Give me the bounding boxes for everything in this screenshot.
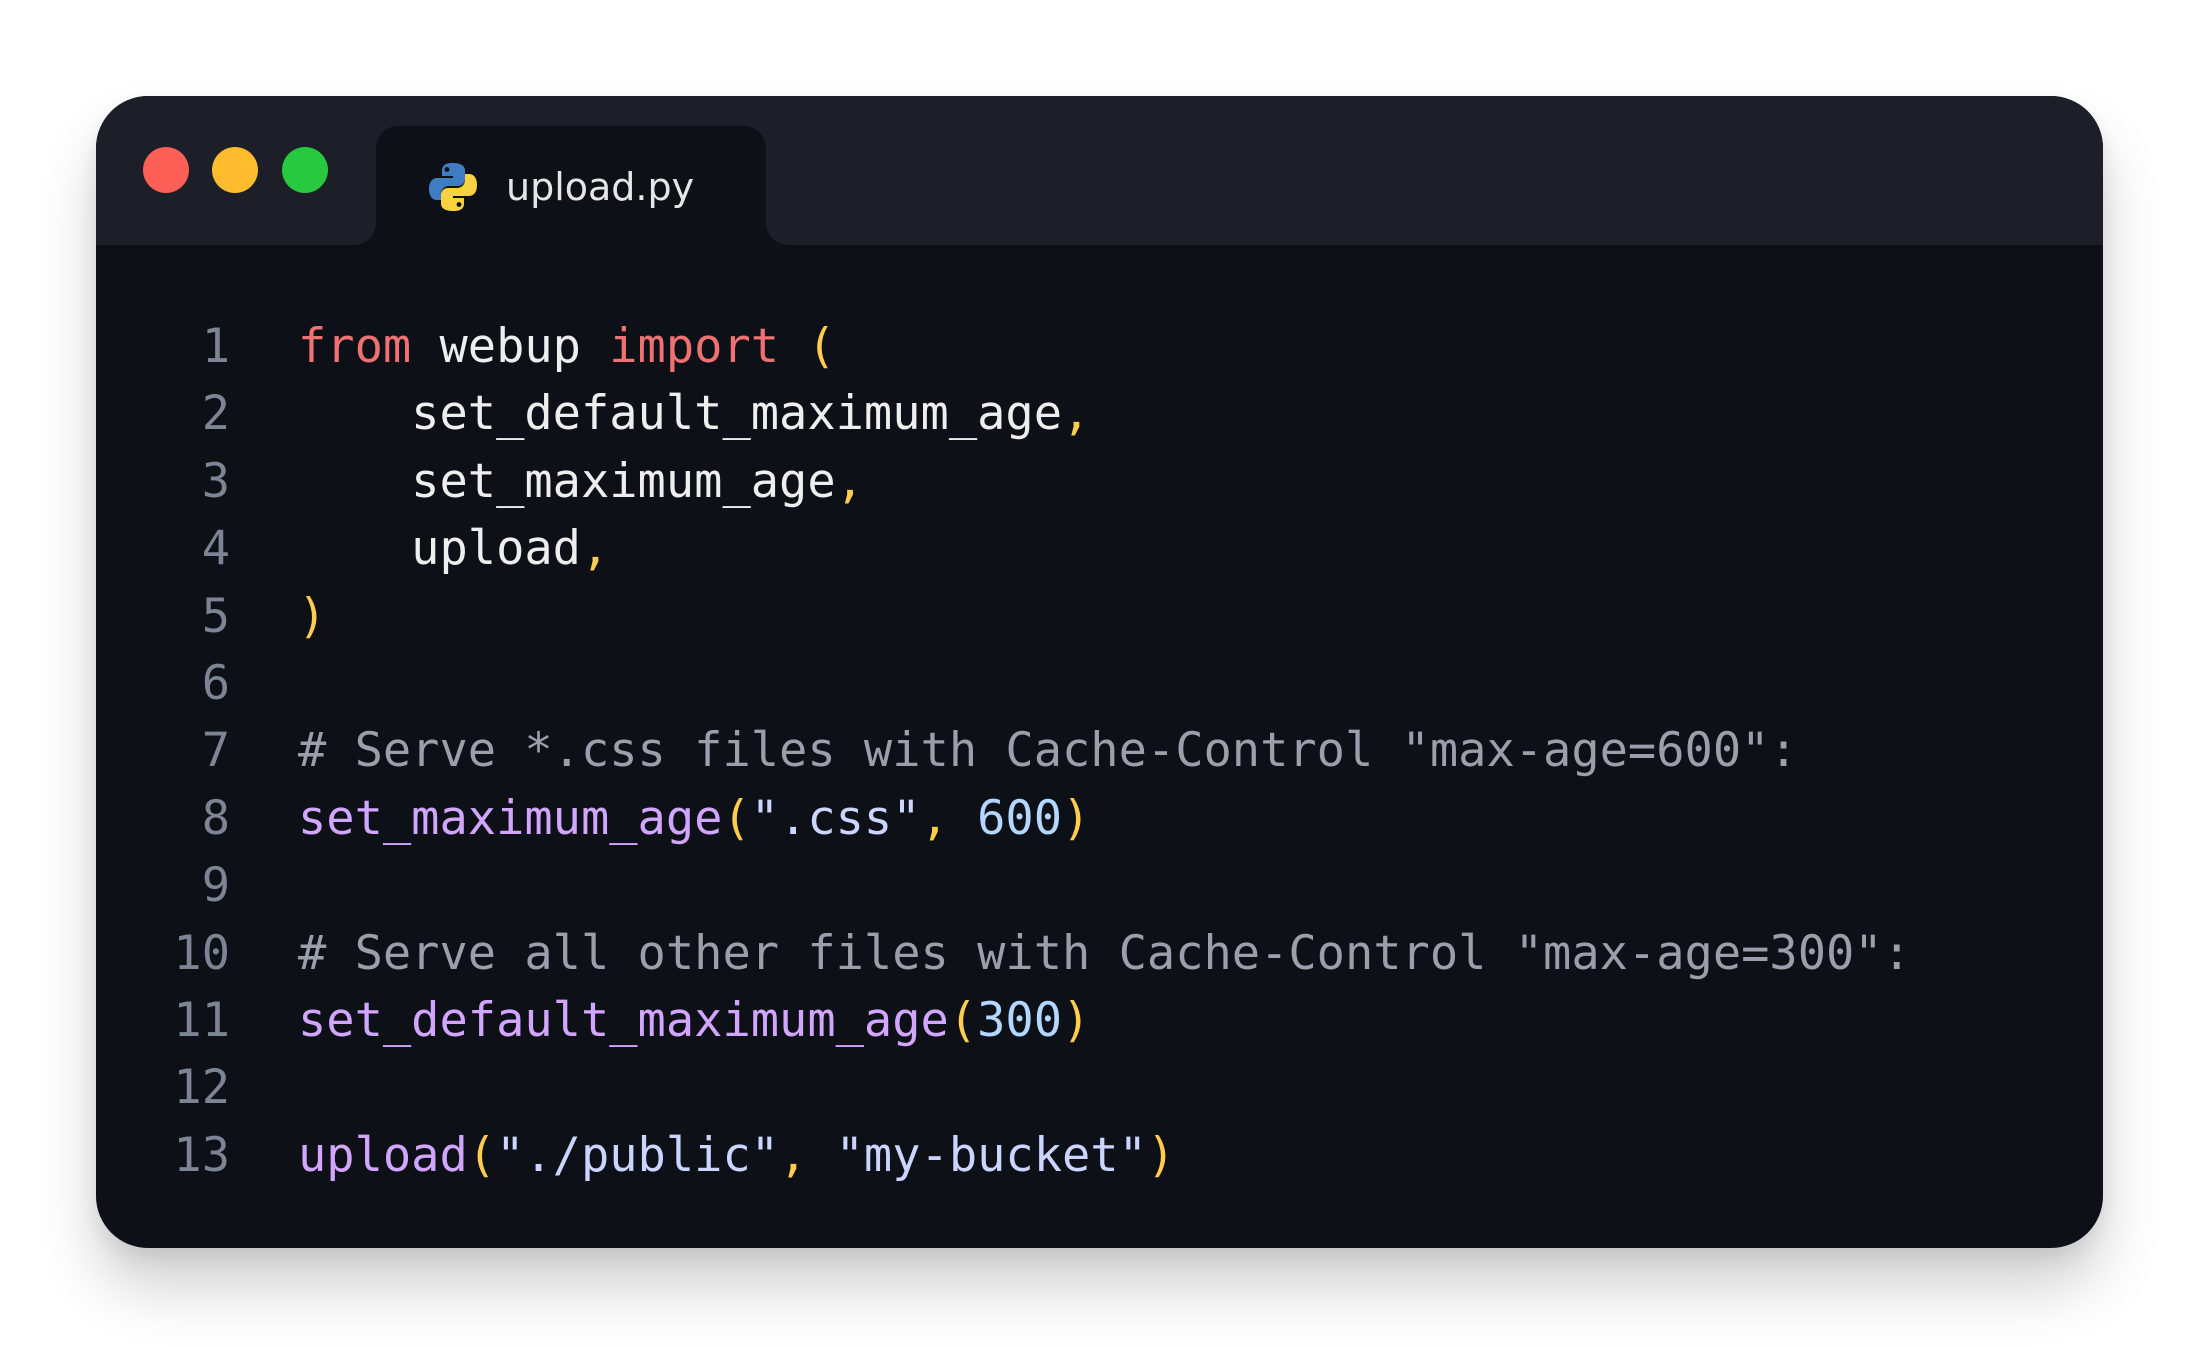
code-token-punct: ) bbox=[1062, 790, 1091, 846]
code-line[interactable]: 5) bbox=[96, 583, 2103, 650]
title-bar: upload.py bbox=[96, 96, 2103, 245]
line-number: 13 bbox=[173, 1127, 230, 1183]
line-source: # Serve all other files with Cache-Contr… bbox=[298, 920, 1911, 987]
line-number: 10 bbox=[173, 925, 230, 981]
code-token-number: 600 bbox=[977, 790, 1063, 846]
code-token-punct: , bbox=[835, 453, 864, 509]
code-token-plain: set_maximum_age bbox=[298, 453, 836, 509]
minimize-window-button[interactable] bbox=[212, 147, 258, 193]
line-source: set_maximum_age, bbox=[298, 448, 864, 515]
code-line[interactable]: 2 set_default_maximum_age, bbox=[96, 380, 2103, 447]
code-token-punct: ( bbox=[807, 319, 836, 374]
code-token-comment: # Serve *.css files with Cache-Control "… bbox=[298, 723, 1798, 779]
code-line[interactable]: 4 upload, bbox=[96, 515, 2103, 582]
line-number: 12 bbox=[173, 1060, 230, 1116]
line-number: 5 bbox=[201, 588, 230, 644]
code-token-punct: ) bbox=[1146, 1127, 1176, 1183]
code-token-punct: ( bbox=[948, 992, 978, 1048]
code-window: upload.py 1 from webup import (2 set_defa… bbox=[96, 96, 2103, 1248]
line-source: from webup import ( bbox=[298, 313, 836, 380]
line-number: 8 bbox=[201, 790, 230, 846]
code-token-punct: , bbox=[779, 1127, 808, 1183]
code-token-keyword: import bbox=[609, 319, 780, 374]
code-token-punct: ( bbox=[467, 1127, 497, 1183]
code-token-plain: webup bbox=[411, 319, 610, 374]
code-token-punct: ) bbox=[298, 588, 327, 644]
code-line[interactable]: 9 bbox=[96, 852, 2103, 919]
line-source: upload("./public", "my-bucket") bbox=[298, 1122, 1175, 1189]
code-token-punct: , bbox=[580, 521, 610, 577]
line-number: 3 bbox=[201, 453, 230, 509]
code-token-plain: set_default_maximum_age bbox=[298, 386, 1063, 442]
line-number: 7 bbox=[201, 723, 230, 779]
code-line[interactable]: 13 upload("./public", "my-bucket") bbox=[96, 1122, 2103, 1189]
line-source: set_default_maximum_age, bbox=[298, 380, 1090, 447]
tab-upload-py[interactable]: upload.py bbox=[376, 126, 766, 245]
python-icon bbox=[426, 160, 480, 214]
code-line[interactable]: 3 set_maximum_age, bbox=[96, 448, 2103, 515]
line-source: # Serve *.css files with Cache-Control "… bbox=[298, 717, 1798, 784]
code-token-comment: # Serve all other files with Cache-Contr… bbox=[298, 925, 1911, 981]
code-token-keyword: from bbox=[298, 319, 412, 374]
code-token-punct: ) bbox=[1062, 992, 1091, 1048]
line-number: 11 bbox=[173, 992, 230, 1048]
code-line[interactable]: 12 bbox=[96, 1054, 2103, 1121]
line-source: ) bbox=[298, 583, 326, 650]
maximize-window-button[interactable] bbox=[282, 147, 328, 193]
code-token-punct: ( bbox=[722, 790, 751, 846]
line-number: 4 bbox=[201, 521, 230, 577]
line-number: 1 bbox=[201, 319, 230, 374]
line-source: set_default_maximum_age(300) bbox=[298, 987, 1090, 1054]
line-number: 9 bbox=[201, 858, 230, 914]
code-line[interactable]: 6 bbox=[96, 650, 2103, 717]
code-token-plain: upload bbox=[298, 521, 581, 577]
code-line[interactable]: 1 from webup import ( bbox=[96, 313, 2103, 380]
code-token-func: set_default_maximum_age bbox=[298, 992, 949, 1048]
code-token-func: upload bbox=[298, 1127, 468, 1183]
code-token-string: "my-bucket" bbox=[835, 1127, 1147, 1183]
code-line[interactable]: 8 set_maximum_age(".css", 600) bbox=[96, 785, 2103, 852]
code-token-punct: , bbox=[1062, 386, 1091, 442]
code-token-number: 300 bbox=[977, 992, 1063, 1048]
tab-filename: upload.py bbox=[506, 165, 695, 209]
close-window-button[interactable] bbox=[143, 147, 189, 193]
code-token-punct: , bbox=[920, 790, 949, 846]
code-token-string: "./public" bbox=[496, 1127, 780, 1183]
code-token-func: set_maximum_age bbox=[298, 790, 723, 846]
code-line[interactable]: 10 # Serve all other files with Cache-Con… bbox=[96, 920, 2103, 987]
line-number: 6 bbox=[201, 655, 230, 711]
line-source: set_maximum_age(".css", 600) bbox=[298, 785, 1090, 852]
code-token-string: ".css" bbox=[750, 790, 921, 846]
code-line[interactable]: 7 # Serve *.css files with Cache-Control … bbox=[96, 717, 2103, 784]
code-line[interactable]: 11 set_default_maximum_age(300) bbox=[96, 987, 2103, 1054]
line-number: 2 bbox=[201, 386, 230, 442]
line-source: upload, bbox=[298, 515, 609, 582]
code-editor[interactable]: 1 from webup import (2 set_default_maximu… bbox=[96, 313, 2103, 1189]
